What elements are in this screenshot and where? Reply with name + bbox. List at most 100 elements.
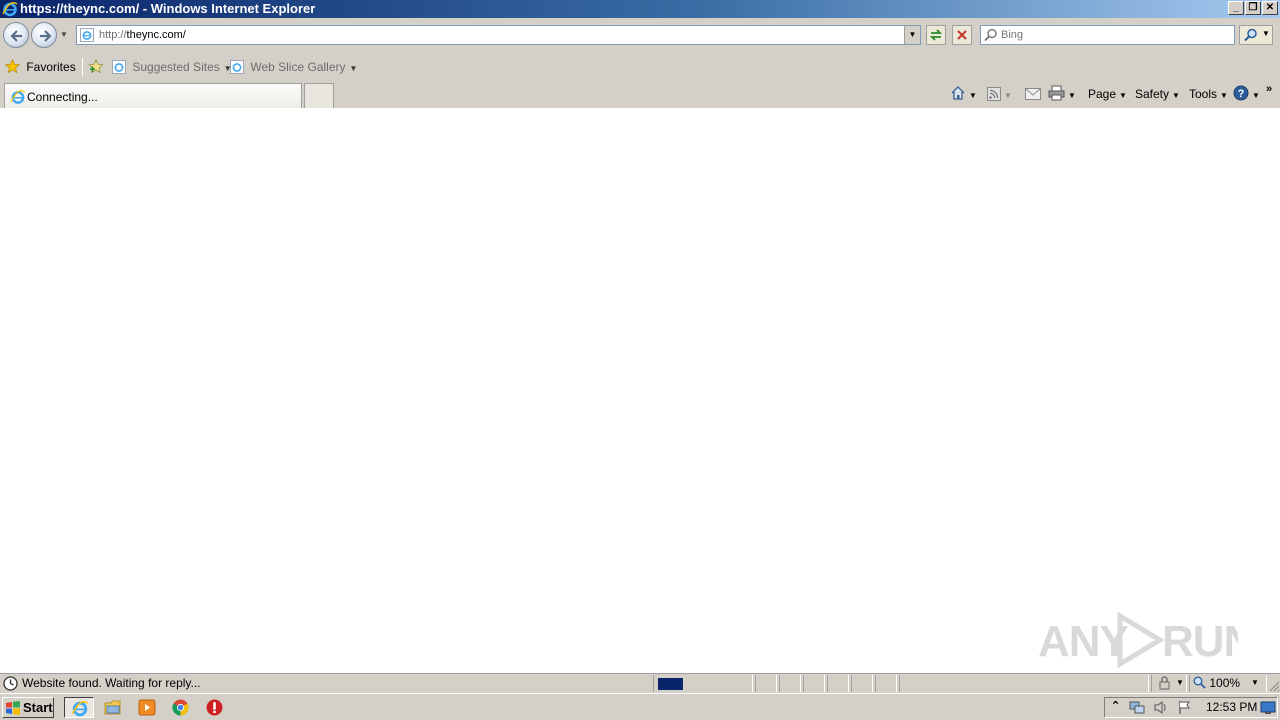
recent-pages-dropdown[interactable]: ▼ — [59, 30, 69, 40]
window-title: https://theync.com/ - Windows Internet E… — [20, 1, 316, 16]
status-panel — [779, 675, 801, 692]
navigation-bar: ▼ http://theync.com/ ▼ ▼ — [0, 18, 1280, 54]
anyrun-watermark-logo: ANY RUN — [1038, 611, 1238, 669]
zoom-magnifier-icon — [1193, 676, 1206, 689]
suggested-sites-label: Suggested Sites — [132, 60, 220, 74]
volume-icon[interactable] — [1153, 700, 1169, 715]
network-icon[interactable] — [1129, 700, 1145, 715]
ie-page-icon — [80, 28, 94, 42]
restore-button[interactable]: ❐ — [1245, 1, 1261, 15]
toolbar-overflow-chevron-icon[interactable]: » — [1266, 80, 1272, 98]
status-bar: Website found. Waiting for reply... ▼ 10… — [0, 673, 1280, 693]
zoom-level[interactable]: 100% — [1193, 676, 1240, 691]
new-tab-button[interactable] — [304, 83, 334, 108]
zone-dropdown-icon[interactable]: ▼ — [1176, 678, 1184, 687]
address-bar[interactable]: http://theync.com/ ▼ — [76, 25, 921, 45]
page-menu-caret-icon: ▼ — [1119, 91, 1127, 100]
search-provider-icon — [984, 28, 997, 42]
start-button[interactable]: Start — [2, 697, 54, 718]
back-button[interactable] — [3, 22, 29, 48]
search-box[interactable] — [980, 25, 1235, 45]
tab-label: Connecting... — [27, 90, 98, 104]
status-panel — [851, 675, 873, 692]
tools-menu-caret-icon: ▼ — [1220, 91, 1228, 100]
search-input[interactable] — [1001, 27, 1231, 43]
favorites-label: Favorites — [26, 60, 76, 74]
show-hidden-icons-button[interactable]: ⌃ — [1111, 699, 1120, 712]
home-dropdown-icon[interactable]: ▼ — [969, 91, 977, 100]
window-title-bar[interactable]: https://theync.com/ - Windows Internet E… — [0, 0, 1280, 18]
safety-menu[interactable]: Safety ▼ — [1135, 85, 1180, 103]
lock-zone-icon — [1159, 676, 1170, 690]
feeds-button[interactable]: ▼ — [987, 85, 1012, 103]
warning-stop-icon — [206, 699, 223, 716]
minimize-button[interactable]: _ — [1228, 1, 1244, 15]
forward-button[interactable] — [31, 22, 57, 48]
tab-connecting[interactable]: Connecting... — [4, 83, 302, 108]
svg-text:ANY: ANY — [1038, 617, 1129, 666]
search-icon — [1244, 28, 1257, 42]
address-dropdown-button[interactable]: ▼ — [904, 26, 920, 44]
tools-menu[interactable]: Tools ▼ — [1189, 85, 1228, 103]
read-mail-button[interactable] — [1025, 85, 1041, 103]
help-button[interactable]: ? ▼ — [1233, 85, 1260, 103]
action-center-flag-icon[interactable] — [1177, 700, 1193, 715]
forward-arrow-icon — [40, 30, 52, 42]
home-button[interactable]: ▼ — [950, 85, 977, 103]
protected-mode-panel[interactable]: ▼ — [1151, 675, 1187, 692]
add-to-favorites-bar-button[interactable] — [88, 58, 105, 76]
ie-tab-icon — [10, 90, 26, 104]
back-arrow-icon — [10, 30, 22, 42]
taskbar: Start ⌃ 12:53 PM — [0, 693, 1280, 720]
search-options-dropdown-icon[interactable]: ▼ — [1262, 29, 1270, 38]
chrome-icon — [172, 699, 189, 716]
taskbar-internet-explorer[interactable] — [64, 697, 94, 718]
suggested-sites-link[interactable]: Suggested Sites ▼ — [112, 58, 232, 76]
favorites-button[interactable]: Favorites — [4, 58, 76, 76]
favorites-bar: Favorites Suggested Sites ▼ Web Slice Gal… — [0, 54, 1280, 80]
compatibility-view-button[interactable] — [926, 25, 946, 45]
help-icon: ? — [1233, 85, 1249, 101]
show-desktop-icon[interactable] — [1260, 701, 1276, 715]
safety-menu-label: Safety — [1135, 87, 1170, 101]
mail-icon — [1025, 88, 1041, 100]
svg-text:?: ? — [1238, 88, 1245, 100]
folder-icon — [104, 700, 121, 715]
close-window-button[interactable]: ✕ — [1262, 1, 1278, 15]
stop-button[interactable] — [952, 25, 972, 45]
rss-feed-icon — [987, 87, 1001, 101]
media-player-icon — [138, 699, 156, 716]
page-load-progress-bar — [658, 678, 683, 690]
zoom-value: 100% — [1209, 676, 1241, 690]
page-content-area[interactable] — [0, 108, 1280, 673]
page-menu[interactable]: Page ▼ — [1088, 85, 1127, 103]
favorites-star-icon — [4, 58, 21, 74]
taskbar-media-player[interactable] — [132, 697, 162, 718]
resize-grip-icon[interactable] — [1268, 680, 1280, 692]
web-slice-gallery-label: Web Slice Gallery — [250, 60, 346, 74]
safety-menu-caret-icon: ▼ — [1172, 91, 1180, 100]
status-panel — [803, 675, 825, 692]
printer-icon — [1048, 85, 1065, 101]
feeds-dropdown-icon[interactable]: ▼ — [1004, 91, 1012, 100]
taskbar-clock[interactable]: 12:53 PM — [1206, 700, 1257, 715]
search-button[interactable]: ▼ — [1239, 25, 1273, 45]
print-button[interactable]: ▼ — [1048, 85, 1076, 103]
internet-explorer-icon — [71, 701, 88, 717]
print-dropdown-icon[interactable]: ▼ — [1068, 91, 1076, 100]
address-url[interactable]: http://theync.com/ — [99, 28, 186, 42]
taskbar-chrome[interactable] — [166, 697, 196, 718]
status-panel — [875, 675, 897, 692]
help-dropdown-icon[interactable]: ▼ — [1252, 91, 1260, 100]
zoom-dropdown-icon[interactable]: ▼ — [1251, 678, 1259, 687]
add-favorite-star-icon — [88, 58, 104, 74]
web-slice-gallery-link[interactable]: Web Slice Gallery ▼ — [230, 58, 357, 76]
web-slice-dropdown-icon[interactable]: ▼ — [350, 64, 358, 73]
ie-page-icon — [230, 60, 244, 74]
svg-text:RUN: RUN — [1162, 617, 1238, 666]
taskbar-security-app[interactable] — [200, 697, 230, 718]
status-panel — [899, 675, 1149, 692]
taskbar-file-explorer[interactable] — [98, 697, 128, 718]
internet-explorer-icon — [2, 2, 18, 17]
home-icon — [951, 86, 965, 100]
